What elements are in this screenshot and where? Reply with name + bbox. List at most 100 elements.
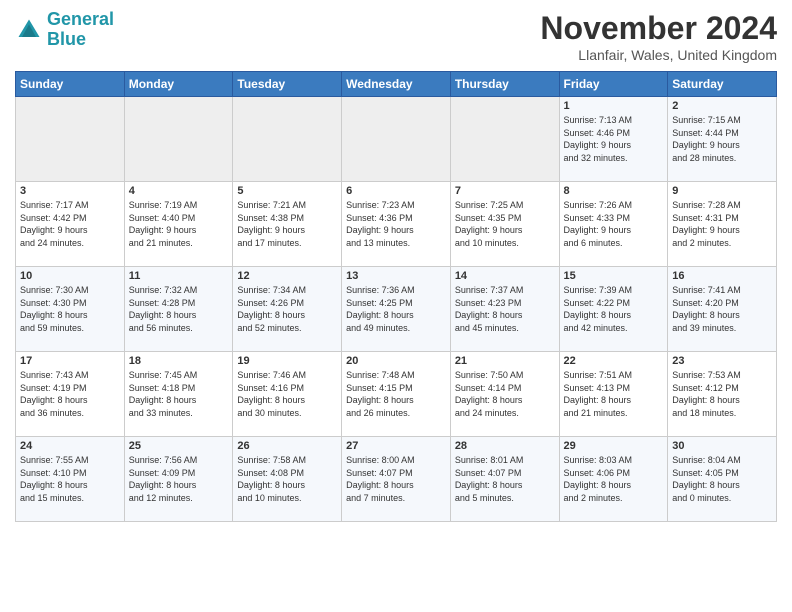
day-info: Sunrise: 8:01 AM Sunset: 4:07 PM Dayligh… (455, 454, 555, 504)
day-cell: 16 Sunrise: 7:41 AM Sunset: 4:20 PM Dayli… (668, 267, 777, 352)
day-cell: 11 Sunrise: 7:32 AM Sunset: 4:28 PM Dayli… (124, 267, 233, 352)
col-saturday: Saturday (668, 72, 777, 97)
day-number: 23 (672, 355, 772, 367)
day-number: 12 (237, 270, 337, 282)
day-number: 11 (129, 270, 229, 282)
col-friday: Friday (559, 72, 668, 97)
logo-icon (15, 16, 43, 44)
day-cell: 1Sunrise: 7:13 AM Sunset: 4:46 PM Daylig… (559, 97, 668, 182)
calendar-table: Sunday Monday Tuesday Wednesday Thursday… (15, 71, 777, 522)
day-info: Sunrise: 7:51 AM Sunset: 4:13 PM Dayligh… (564, 369, 664, 419)
day-number: 13 (346, 270, 446, 282)
day-cell: 26 Sunrise: 7:58 AM Sunset: 4:08 PM Dayli… (233, 437, 342, 522)
day-cell (233, 97, 342, 182)
day-info: Sunrise: 7:43 AM Sunset: 4:19 PM Dayligh… (20, 369, 120, 419)
day-info: Sunrise: 7:21 AM Sunset: 4:38 PM Dayligh… (237, 199, 337, 249)
day-number: 26 (237, 440, 337, 452)
day-cell: 19 Sunrise: 7:46 AM Sunset: 4:16 PM Dayli… (233, 352, 342, 437)
day-cell: 14 Sunrise: 7:37 AM Sunset: 4:23 PM Dayli… (450, 267, 559, 352)
page-container: General Blue November 2024 Llanfair, Wal… (0, 0, 792, 527)
calendar-body: 1Sunrise: 7:13 AM Sunset: 4:46 PM Daylig… (16, 97, 777, 522)
day-cell (450, 97, 559, 182)
header: General Blue November 2024 Llanfair, Wal… (15, 10, 777, 63)
day-number: 27 (346, 440, 446, 452)
logo-line2: Blue (47, 29, 86, 49)
week-row-3: 10 Sunrise: 7:30 AM Sunset: 4:30 PM Dayli… (16, 267, 777, 352)
day-cell: 15Sunrise: 7:39 AM Sunset: 4:22 PM Dayli… (559, 267, 668, 352)
day-cell: 8Sunrise: 7:26 AM Sunset: 4:33 PM Daylig… (559, 182, 668, 267)
day-number: 20 (346, 355, 446, 367)
day-cell: 7 Sunrise: 7:25 AM Sunset: 4:35 PM Daylig… (450, 182, 559, 267)
day-info: Sunrise: 7:53 AM Sunset: 4:12 PM Dayligh… (672, 369, 772, 419)
day-cell (342, 97, 451, 182)
location: Llanfair, Wales, United Kingdom (540, 47, 777, 63)
logo-text: General Blue (47, 10, 114, 50)
day-info: Sunrise: 7:17 AM Sunset: 4:42 PM Dayligh… (20, 199, 120, 249)
day-info: Sunrise: 8:04 AM Sunset: 4:05 PM Dayligh… (672, 454, 772, 504)
day-number: 25 (129, 440, 229, 452)
day-cell: 17Sunrise: 7:43 AM Sunset: 4:19 PM Dayli… (16, 352, 125, 437)
day-cell: 29Sunrise: 8:03 AM Sunset: 4:06 PM Dayli… (559, 437, 668, 522)
col-thursday: Thursday (450, 72, 559, 97)
day-info: Sunrise: 7:15 AM Sunset: 4:44 PM Dayligh… (672, 114, 772, 164)
day-info: Sunrise: 7:37 AM Sunset: 4:23 PM Dayligh… (455, 284, 555, 334)
day-cell: 21 Sunrise: 7:50 AM Sunset: 4:14 PM Dayli… (450, 352, 559, 437)
day-number: 2 (672, 100, 772, 112)
logo-line1: General (47, 9, 114, 29)
day-info: Sunrise: 7:39 AM Sunset: 4:22 PM Dayligh… (564, 284, 664, 334)
day-cell: 5 Sunrise: 7:21 AM Sunset: 4:38 PM Daylig… (233, 182, 342, 267)
day-number: 5 (237, 185, 337, 197)
day-info: Sunrise: 7:36 AM Sunset: 4:25 PM Dayligh… (346, 284, 446, 334)
day-number: 14 (455, 270, 555, 282)
day-number: 3 (20, 185, 120, 197)
day-number: 6 (346, 185, 446, 197)
day-number: 9 (672, 185, 772, 197)
day-info: Sunrise: 7:46 AM Sunset: 4:16 PM Dayligh… (237, 369, 337, 419)
day-info: Sunrise: 7:23 AM Sunset: 4:36 PM Dayligh… (346, 199, 446, 249)
day-number: 7 (455, 185, 555, 197)
day-info: Sunrise: 7:28 AM Sunset: 4:31 PM Dayligh… (672, 199, 772, 249)
day-cell: 13 Sunrise: 7:36 AM Sunset: 4:25 PM Dayli… (342, 267, 451, 352)
day-number: 22 (564, 355, 664, 367)
day-cell: 23 Sunrise: 7:53 AM Sunset: 4:12 PM Dayli… (668, 352, 777, 437)
day-number: 28 (455, 440, 555, 452)
day-number: 16 (672, 270, 772, 282)
day-number: 10 (20, 270, 120, 282)
day-cell: 18Sunrise: 7:45 AM Sunset: 4:18 PM Dayli… (124, 352, 233, 437)
day-cell: 9 Sunrise: 7:28 AM Sunset: 4:31 PM Daylig… (668, 182, 777, 267)
day-cell: 22 Sunrise: 7:51 AM Sunset: 4:13 PM Dayli… (559, 352, 668, 437)
week-row-1: 1Sunrise: 7:13 AM Sunset: 4:46 PM Daylig… (16, 97, 777, 182)
week-row-4: 17Sunrise: 7:43 AM Sunset: 4:19 PM Dayli… (16, 352, 777, 437)
day-number: 8 (564, 185, 664, 197)
day-info: Sunrise: 7:56 AM Sunset: 4:09 PM Dayligh… (129, 454, 229, 504)
day-cell: 28 Sunrise: 8:01 AM Sunset: 4:07 PM Dayli… (450, 437, 559, 522)
day-info: Sunrise: 7:41 AM Sunset: 4:20 PM Dayligh… (672, 284, 772, 334)
day-cell: 3 Sunrise: 7:17 AM Sunset: 4:42 PM Daylig… (16, 182, 125, 267)
day-number: 29 (564, 440, 664, 452)
day-number: 4 (129, 185, 229, 197)
day-number: 19 (237, 355, 337, 367)
week-row-5: 24Sunrise: 7:55 AM Sunset: 4:10 PM Dayli… (16, 437, 777, 522)
day-info: Sunrise: 7:55 AM Sunset: 4:10 PM Dayligh… (20, 454, 120, 504)
col-sunday: Sunday (16, 72, 125, 97)
day-info: Sunrise: 7:30 AM Sunset: 4:30 PM Dayligh… (20, 284, 120, 334)
day-info: Sunrise: 7:25 AM Sunset: 4:35 PM Dayligh… (455, 199, 555, 249)
day-info: Sunrise: 7:19 AM Sunset: 4:40 PM Dayligh… (129, 199, 229, 249)
day-cell: 20 Sunrise: 7:48 AM Sunset: 4:15 PM Dayli… (342, 352, 451, 437)
day-info: Sunrise: 7:34 AM Sunset: 4:26 PM Dayligh… (237, 284, 337, 334)
day-cell: 12 Sunrise: 7:34 AM Sunset: 4:26 PM Dayli… (233, 267, 342, 352)
day-info: Sunrise: 7:50 AM Sunset: 4:14 PM Dayligh… (455, 369, 555, 419)
day-number: 21 (455, 355, 555, 367)
day-cell (16, 97, 125, 182)
day-number: 30 (672, 440, 772, 452)
day-cell: 2 Sunrise: 7:15 AM Sunset: 4:44 PM Daylig… (668, 97, 777, 182)
week-row-2: 3 Sunrise: 7:17 AM Sunset: 4:42 PM Daylig… (16, 182, 777, 267)
day-info: Sunrise: 7:48 AM Sunset: 4:15 PM Dayligh… (346, 369, 446, 419)
day-info: Sunrise: 7:58 AM Sunset: 4:08 PM Dayligh… (237, 454, 337, 504)
day-info: Sunrise: 7:32 AM Sunset: 4:28 PM Dayligh… (129, 284, 229, 334)
day-cell: 10 Sunrise: 7:30 AM Sunset: 4:30 PM Dayli… (16, 267, 125, 352)
logo: General Blue (15, 10, 114, 50)
col-tuesday: Tuesday (233, 72, 342, 97)
header-row: Sunday Monday Tuesday Wednesday Thursday… (16, 72, 777, 97)
day-info: Sunrise: 7:13 AM Sunset: 4:46 PM Dayligh… (564, 114, 664, 164)
